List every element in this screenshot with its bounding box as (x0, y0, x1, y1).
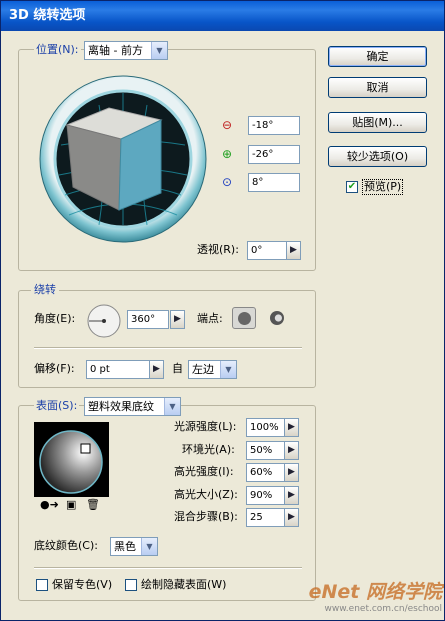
angle-input[interactable]: 360° (127, 310, 169, 329)
position-label: 位置(N): (34, 41, 81, 59)
ambient-label: 环境光(A): (182, 443, 235, 456)
draw-hidden-checkbox[interactable] (125, 579, 137, 591)
highlight-intensity-stepper[interactable]: ▶ (284, 463, 299, 482)
light-intensity-label: 光源强度(L): (174, 420, 237, 433)
offset-label: 偏移(F): (34, 362, 75, 375)
lighting-sphere-panel[interactable] (34, 422, 109, 497)
offset-stepper[interactable]: ▶ (149, 360, 164, 379)
cap-label: 端点: (197, 312, 223, 325)
surface-select[interactable]: 塑料效果底纹 ▼ (84, 397, 181, 416)
watermark-url: www.enet.com.cn/eschool (324, 604, 442, 614)
rotation-trackball[interactable] (39, 75, 207, 243)
watermark: eNet 网络学院 www.enet.com.cn/eschool (286, 575, 444, 620)
light-source-handle (80, 443, 91, 454)
ok-button[interactable]: 确定 (328, 46, 427, 67)
cancel-button[interactable]: 取消 (328, 77, 427, 98)
chevron-down-icon: ▼ (164, 398, 180, 415)
perspective-input[interactable]: 0° (247, 241, 287, 260)
z-axis-rotate-icon: ⊙ (222, 175, 233, 189)
angle-dial[interactable] (86, 303, 122, 339)
draw-hidden-label: 绘制隐藏表面(W) (141, 578, 227, 591)
preview-checkbox[interactable]: ✔ (346, 181, 358, 193)
angle-label: 角度(E): (34, 312, 76, 325)
map-button[interactable]: 贴图(M)... (328, 112, 427, 133)
preserve-spot-checkbox[interactable] (36, 579, 48, 591)
chevron-down-icon: ▼ (151, 42, 167, 59)
lighting-sphere (39, 430, 103, 494)
highlight-intensity-label: 高光强度(I): (174, 465, 234, 478)
position-select[interactable]: 离轴 - 前方 ▼ (84, 41, 168, 60)
highlight-size-stepper[interactable]: ▶ (284, 486, 299, 505)
trash-icon[interactable]: 🗑 (86, 498, 100, 512)
highlight-intensity-input[interactable]: 60% (246, 463, 285, 482)
preserve-spot-label: 保留专色(V) (52, 578, 113, 591)
watermark-text: eNet 网络学院 (308, 581, 442, 603)
offset-input[interactable]: 0 pt (86, 360, 150, 379)
dialog-window: 3D 绕转选项 位置(N): 离轴 - 前方 ▼ ⊖ -18° ⊕ -26° ⊙ … (0, 0, 445, 621)
chevron-down-icon: ▼ (220, 361, 236, 378)
shading-color-label: 底纹颜色(C): (34, 539, 98, 552)
highlight-size-label: 高光大小(Z): (174, 488, 238, 501)
revolve-group-title: 绕转 (31, 283, 59, 297)
revolve-divider (34, 347, 302, 349)
light-intensity-stepper[interactable]: ▶ (284, 418, 299, 437)
ambient-input[interactable]: 50% (246, 441, 285, 460)
chevron-down-icon: ▼ (141, 538, 157, 555)
blend-steps-label: 混合步骤(B): (174, 510, 238, 523)
perspective-label: 透视(R): (197, 243, 239, 256)
x-angle-input[interactable]: -18° (248, 116, 300, 135)
angle-stepper[interactable]: ▶ (170, 310, 185, 329)
ambient-stepper[interactable]: ▶ (284, 441, 299, 460)
y-angle-input[interactable]: -26° (248, 145, 300, 164)
cap-on-icon (238, 312, 251, 325)
title-bar[interactable]: 3D 绕转选项 (1, 1, 444, 31)
lighting-toolbar: ●➜ ▣ 🗑 (34, 497, 109, 513)
surface-label: 表面(S): (34, 397, 80, 415)
cap-off-icon[interactable] (270, 311, 284, 325)
window-title: 3D 绕转选项 (9, 8, 86, 23)
new-light-icon[interactable]: ▣ (66, 498, 76, 512)
x-axis-rotate-icon: ⊖ (222, 118, 233, 132)
from-label: 自 (172, 362, 183, 375)
shading-color-select[interactable]: 黑色 ▼ (110, 537, 158, 556)
fewer-options-button[interactable]: 较少选项(O) (328, 146, 427, 167)
surface-divider (34, 567, 302, 569)
blend-steps-stepper[interactable]: ▶ (284, 508, 299, 527)
from-select[interactable]: 左边 ▼ (188, 360, 237, 379)
blend-steps-input[interactable]: 25 (246, 508, 285, 527)
light-intensity-input[interactable]: 100% (246, 418, 285, 437)
y-axis-rotate-icon: ⊕ (222, 147, 233, 161)
move-light-back-icon[interactable]: ●➜ (40, 498, 59, 512)
highlight-size-input[interactable]: 90% (246, 486, 285, 505)
z-angle-input[interactable]: 8° (248, 173, 300, 192)
perspective-stepper[interactable]: ▶ (286, 241, 301, 260)
preview-label: 预览(P) (362, 179, 404, 195)
cap-on-button[interactable] (232, 307, 256, 329)
